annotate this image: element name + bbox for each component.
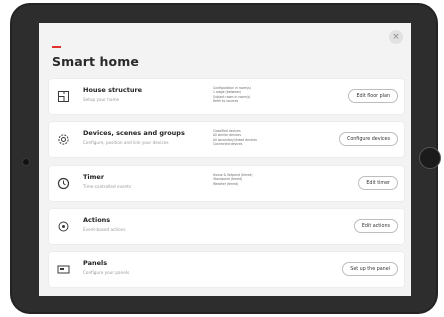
set-up-panel-button[interactable]: Set up the panel xyxy=(342,262,398,276)
card-description: Configure your panels xyxy=(83,270,130,275)
card-actions[interactable]: Actions Event-based actions Edit actions xyxy=(49,209,404,244)
actions-icon xyxy=(57,220,70,233)
card-title: House structure xyxy=(83,86,143,94)
card-description: Event-based actions xyxy=(83,227,126,232)
detail-line: Weather (timed) xyxy=(213,181,239,186)
camera-dot xyxy=(22,158,30,166)
configure-devices-button[interactable]: Configure devices xyxy=(338,132,398,146)
accent-line xyxy=(52,46,61,48)
floor-plan-icon xyxy=(57,90,70,103)
card-description: Time-controlled events xyxy=(83,184,132,189)
detail-line: Connected devices xyxy=(213,141,243,146)
panel-icon xyxy=(57,263,70,276)
card-description: Configure, position and link your device… xyxy=(83,140,169,145)
card-devices-scenes-groups[interactable]: Devices, scenes and groups Configure, po… xyxy=(49,122,404,157)
smart-home-screen: × Smart home House structure Setup your … xyxy=(39,23,411,296)
card-details: Classified devices All similar devices A… xyxy=(213,129,257,146)
card-details: Configuration in room(s) 1 stage (betwee… xyxy=(213,86,251,103)
edit-timer-button[interactable]: Edit timer xyxy=(358,176,398,190)
page-title: Smart home xyxy=(52,54,139,69)
home-button[interactable] xyxy=(419,147,441,169)
card-title: Timer xyxy=(83,173,105,181)
close-button[interactable]: × xyxy=(389,30,403,44)
edit-floor-plan-button[interactable]: Edit floor plan xyxy=(348,89,398,103)
edit-actions-button[interactable]: Edit actions xyxy=(353,219,398,233)
card-details: House & Setpoint (timed) Standpoint (tim… xyxy=(213,173,252,186)
card-title: Actions xyxy=(83,216,111,224)
card-timer[interactable]: Timer Time-controlled events House & Set… xyxy=(49,166,404,201)
detail-line: Refer to sources xyxy=(213,98,239,103)
card-panels[interactable]: Panels Configure your panels Set up the … xyxy=(49,252,404,287)
card-description: Setup your home xyxy=(83,97,120,102)
card-title: Devices, scenes and groups xyxy=(83,129,185,137)
clock-icon xyxy=(57,177,70,190)
card-house-structure[interactable]: House structure Setup your home Configur… xyxy=(49,79,404,114)
gear-icon xyxy=(57,133,70,146)
card-title: Panels xyxy=(83,259,108,267)
